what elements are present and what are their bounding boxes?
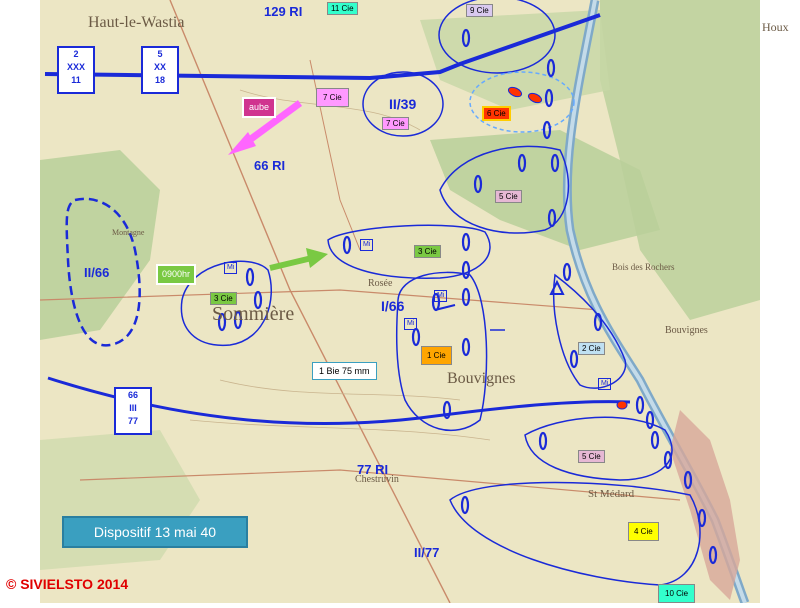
town-bouvignes-east: Bouvignes (665, 325, 708, 336)
town-montagne: Montagne (112, 228, 145, 237)
label-0900hr: 0900hr (156, 264, 197, 285)
platoon-a (546, 58, 556, 78)
label-3-cie-right: 3 Cie (414, 245, 441, 258)
unit-ii-39: II/39 (389, 96, 417, 112)
battery-label: 1 Bie 75 mm (312, 362, 377, 380)
mg-label-5: Mi (598, 378, 612, 390)
map-canvas: Haut-le-Wastia Houx Sommière Bouvignes C… (0, 0, 800, 605)
label-aube: aube (242, 97, 277, 118)
mg-label-4: Mi (404, 318, 418, 330)
boundary-marker-1-line-2: XXX (66, 62, 85, 72)
enemy-1 (507, 86, 523, 98)
boundary-marker-3-line-2: III (129, 403, 137, 413)
label-5-cie-bottom: 5 Cie (578, 450, 605, 463)
label-5-cie-top: 5 Cie (495, 190, 522, 203)
enemy-3 (616, 400, 628, 410)
unit-ii-66: II/66 (84, 265, 110, 280)
boundary-marker-2-line-2: XX (153, 62, 166, 72)
platoon-y (650, 430, 660, 450)
arrow-0900 (269, 255, 313, 271)
boundary-marker-1-line-1: 2 (73, 49, 79, 59)
town-haut-le-wastia: Haut-le-Wastia (88, 14, 185, 31)
platoon-e (517, 153, 527, 173)
mg-label-1: Mi (224, 262, 238, 274)
sector-5-cie-south (524, 416, 673, 481)
unit-77-ri: 77 RI (357, 462, 389, 477)
town-bois-des-rochers: Bois des Rochers (612, 262, 675, 272)
town-bouvignes: Bouvignes (447, 370, 516, 387)
boundary-marker-1: 2 XXX 11 (57, 46, 95, 94)
platoon-ad (538, 431, 548, 451)
town-houx: Houx (762, 20, 789, 34)
platoon-t (562, 262, 572, 282)
platoon-q (411, 327, 421, 347)
platoon-v (569, 349, 579, 369)
platoon-w (635, 395, 645, 415)
enemy-2 (527, 92, 543, 104)
platoon-9cie (461, 28, 471, 48)
town-sommiere: Sommière (212, 303, 295, 325)
boundary-marker-1-line-3: 11 (71, 75, 81, 85)
platoon-p (461, 287, 471, 307)
sector-2-cie (552, 273, 627, 389)
platoon-b (544, 88, 554, 108)
platoon-g (547, 208, 557, 228)
platoon-r (461, 337, 471, 357)
platoon-f (550, 153, 560, 173)
unit-ii-77: II/77 (414, 545, 440, 560)
boundary-marker-2-line-1: 5 (157, 49, 163, 59)
platoon-aa (683, 470, 693, 490)
platoon-z (663, 450, 673, 470)
unit-66-ri: 66 RI (254, 158, 286, 173)
map-caption: Dispositif 13 mai 40 (62, 516, 248, 548)
platoon-c (542, 120, 552, 140)
label-6-cie: 6 Cie (482, 106, 511, 121)
label-9-cie: 9 Cie (466, 4, 493, 17)
boundary-marker-3-line-3: 77 (127, 416, 138, 426)
platoon-ac (708, 545, 718, 565)
platoon-j (461, 260, 471, 280)
platoon-i (461, 232, 471, 252)
observation-post-icon (549, 279, 565, 295)
enemy-markers (507, 86, 628, 410)
platoon-u (593, 312, 603, 332)
platoon-k (245, 267, 255, 287)
platoon-ae (460, 495, 470, 515)
platoon-d (473, 174, 483, 194)
label-4-cie: 4 Cie (628, 522, 659, 541)
town-rosee: Rosée (368, 278, 393, 289)
town-st-medard: St Médard (588, 488, 635, 500)
copyright-notice: © SIVIELSTO 2014 (6, 576, 129, 592)
label-11-cie: 11 Cie (327, 2, 358, 15)
platoon-x (645, 410, 655, 430)
mg-label-3: Mi (434, 290, 448, 302)
sector-6-cie (469, 71, 575, 133)
arrow-0900-head (306, 248, 328, 268)
sector-4-cie (449, 481, 701, 586)
unit-i-66: I/66 (381, 298, 405, 314)
boundary-marker-2-line-3: 18 (154, 75, 165, 85)
label-7-cie-top: 7 Cie (316, 88, 349, 107)
boundary-marker-2: 5 XX 18 (141, 46, 179, 94)
mg-label-2: Mi (360, 239, 374, 251)
boundary-marker-3-line-1: 66 (127, 390, 138, 400)
platoon-ab (697, 508, 707, 528)
unit-129-ri: 129 RI (264, 4, 303, 19)
label-1-cie: 1 Cie (421, 346, 452, 365)
label-2-cie: 2 Cie (578, 342, 605, 355)
label-3-cie-left: 3 Cie (210, 292, 237, 305)
boundary-marker-3: 66 III 77 (114, 387, 152, 435)
label-7-cie: 7 Cie (382, 117, 409, 130)
label-10-cie: 10 Cie (658, 584, 696, 603)
platoon-h (342, 235, 352, 255)
